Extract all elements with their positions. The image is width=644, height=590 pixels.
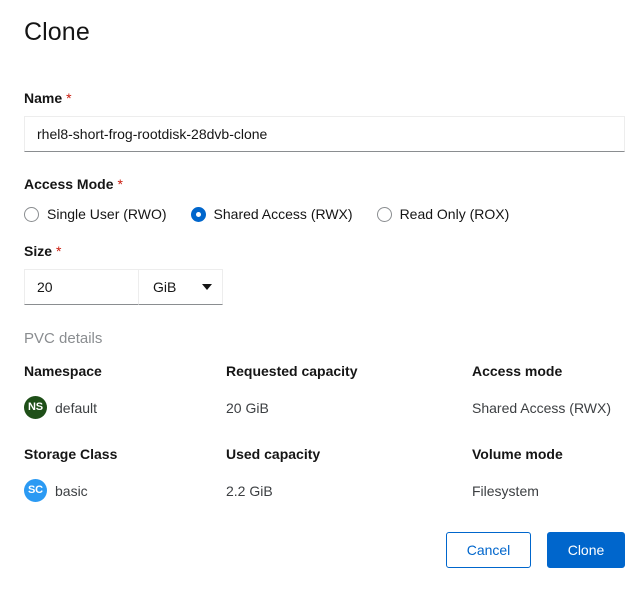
- radio-circle-icon[interactable]: [24, 207, 39, 222]
- detail-head-access-mode: Access mode: [472, 360, 625, 396]
- name-form-group: Name*: [24, 88, 625, 152]
- clone-pvc-modal: Clone Name* Access Mode* Single User (RW…: [0, 0, 644, 590]
- access-mode-label-text: Access Mode: [24, 176, 113, 192]
- radio-single-user-rwo[interactable]: Single User (RWO): [24, 204, 167, 224]
- modal-footer: Cancel Clone: [446, 532, 625, 568]
- size-input[interactable]: [24, 269, 139, 305]
- size-unit-value: GiB: [153, 276, 176, 298]
- radio-circle-icon[interactable]: [377, 207, 392, 222]
- detail-head-namespace: Namespace: [24, 360, 226, 396]
- size-input-row: GiB: [24, 269, 223, 305]
- size-required-asterisk: *: [56, 243, 61, 259]
- storageclass-value-text: basic: [55, 480, 88, 502]
- namespace-value-text: default: [55, 397, 97, 419]
- detail-head-volume-mode: Volume mode: [472, 443, 625, 479]
- access-mode-label: Access Mode*: [24, 174, 625, 194]
- size-unit-dropdown[interactable]: GiB: [139, 269, 223, 305]
- detail-value-volume-mode: Filesystem: [472, 479, 625, 526]
- radio-label-single-user: Single User (RWO): [47, 204, 167, 224]
- detail-head-requested-capacity: Requested capacity: [226, 360, 472, 396]
- size-label: Size*: [24, 241, 223, 261]
- radio-label-shared-access: Shared Access (RWX): [214, 204, 353, 224]
- pvc-details-grid: Namespace Requested capacity Access mode…: [24, 360, 625, 526]
- pvc-details-heading: PVC details: [24, 328, 102, 350]
- detail-value-storage-class: SC basic: [24, 479, 226, 526]
- detail-value-namespace: NS default: [24, 396, 226, 443]
- size-form-group: Size* GiB: [24, 241, 223, 305]
- name-input[interactable]: [24, 116, 625, 152]
- namespace-badge-icon: NS: [24, 396, 47, 419]
- radio-shared-access-rwx[interactable]: Shared Access (RWX): [191, 204, 353, 224]
- chevron-down-icon: [202, 284, 212, 290]
- clone-button[interactable]: Clone: [547, 532, 625, 568]
- name-label-text: Name: [24, 90, 62, 106]
- name-required-asterisk: *: [66, 90, 71, 106]
- page-title: Clone: [24, 16, 90, 48]
- detail-value-used-capacity: 2.2 GiB: [226, 479, 472, 526]
- detail-value-access-mode: Shared Access (RWX): [472, 396, 625, 443]
- detail-head-used-capacity: Used capacity: [226, 443, 472, 479]
- detail-head-storage-class: Storage Class: [24, 443, 226, 479]
- radio-label-read-only: Read Only (ROX): [400, 204, 510, 224]
- size-label-text: Size: [24, 243, 52, 259]
- cancel-button[interactable]: Cancel: [446, 532, 531, 568]
- access-mode-form-group: Access Mode* Single User (RWO) Shared Ac…: [24, 174, 625, 224]
- radio-read-only-rox[interactable]: Read Only (ROX): [377, 204, 510, 224]
- radio-circle-selected-icon[interactable]: [191, 207, 206, 222]
- name-label: Name*: [24, 88, 625, 108]
- detail-value-requested-capacity: 20 GiB: [226, 396, 472, 443]
- storageclass-badge-icon: SC: [24, 479, 47, 502]
- access-mode-radio-group: Single User (RWO) Shared Access (RWX) Re…: [24, 204, 625, 224]
- access-mode-required-asterisk: *: [117, 176, 122, 192]
